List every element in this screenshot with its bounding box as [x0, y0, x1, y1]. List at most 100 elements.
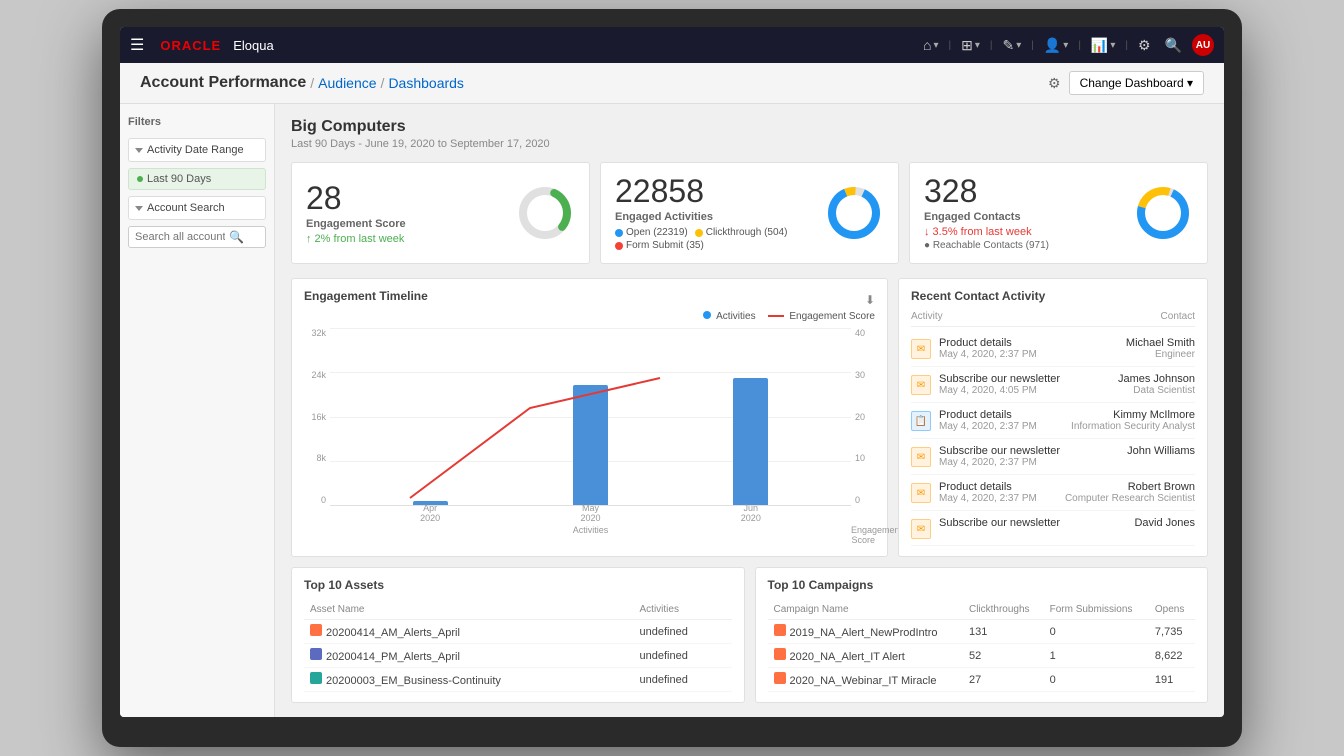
top10-assets-panel: Top 10 Assets Asset Name Activities 2 [291, 567, 745, 703]
subnav-actions: ⚙ Change Dashboard ▾ [1048, 71, 1204, 95]
filter-last-90-days[interactable]: Last 90 Days [128, 168, 266, 190]
edit-icon[interactable]: ✎▾ [998, 35, 1025, 56]
top10-campaigns-panel: Top 10 Campaigns Campaign Name Clickthro… [755, 567, 1209, 703]
campaigns-col-name: Campaign Name [768, 600, 963, 620]
screen: ☰ ORACLE Eloqua ⌂▾ | ⊞▾ | ✎▾ | 👤▾ | 📊▾ |… [120, 27, 1224, 717]
assets-col-activities: Activities [634, 600, 732, 620]
asset-icon-email [310, 624, 322, 636]
bottom-row: Engagement Timeline ⬇ Activities Engagem… [291, 278, 1208, 557]
avatar[interactable]: AU [1192, 34, 1214, 56]
brand-name: Eloqua [233, 38, 273, 53]
engaged-contacts-value: 328 [924, 175, 1049, 207]
assets-table: Asset Name Activities 20200414_AM_Alerts… [304, 600, 732, 692]
asset-icon-lp [310, 672, 322, 684]
engaged-contacts-label: Engaged Contacts [924, 211, 1049, 223]
campaigns-title: Top 10 Campaigns [768, 578, 1196, 592]
rca-activity-3: Product details May 4, 2020, 2:37 PM [939, 409, 1063, 432]
change-dashboard-button[interactable]: Change Dashboard ▾ [1069, 71, 1204, 95]
assets-col-name: Asset Name [304, 600, 634, 620]
topnav: ☰ ORACLE Eloqua ⌂▾ | ⊞▾ | ✎▾ | 👤▾ | 📊▾ |… [120, 27, 1224, 63]
axis-notes: Activities Engagement Score [304, 525, 875, 545]
table-row: 20200414_PM_Alerts_April undefined [304, 644, 732, 668]
table-row: 2019_NA_Alert_NewProdIntro 131 0 7,735 [768, 620, 1196, 644]
activities-legend-form: Form Submit (35) [626, 240, 704, 251]
account-search-box[interactable]: 🔍 [128, 226, 266, 248]
hamburger-icon[interactable]: ☰ [130, 35, 144, 55]
x-label-may: May 2020 [573, 503, 608, 523]
chart-legend: Activities Engagement Score [304, 311, 875, 322]
y-axis-left: 32k24k16k8k0 [304, 328, 330, 523]
download-icon[interactable]: ⬇ [865, 293, 875, 307]
dashboard-settings-icon[interactable]: ⚙ [1048, 75, 1061, 92]
legend-score: Engagement Score [768, 311, 875, 322]
main-layout: Filters Activity Date Range Last 90 Days… [120, 104, 1224, 717]
campaigns-col-clickthroughs: Clickthroughs [963, 600, 1044, 620]
rca-activity-2: Subscribe our newsletter May 4, 2020, 4:… [939, 373, 1110, 396]
rca-activity-6: Subscribe our newsletter [939, 517, 1126, 529]
tables-row: Top 10 Assets Asset Name Activities 2 [291, 567, 1208, 703]
activities-legend-click: Clickthrough (504) [706, 227, 788, 238]
oracle-logo: ORACLE [160, 38, 221, 53]
assets-title: Top 10 Assets [304, 578, 732, 592]
table-row: 20200003_EM_Business-Continuity undefine… [304, 668, 732, 692]
rca-item-3: 📋 Product details May 4, 2020, 2:37 PM K… [911, 403, 1195, 439]
rca-item-2: ✉ Subscribe our newsletter May 4, 2020, … [911, 367, 1195, 403]
subnav: Account Performance / Audience / Dashboa… [120, 63, 1224, 104]
rca-email-icon-5: ✉ [911, 483, 931, 503]
main-content: Big Computers Last 90 Days - June 19, 20… [275, 104, 1224, 717]
trend-line-svg [330, 328, 851, 505]
table-row: 2020_NA_Webinar_IT Miracle 27 0 191 [768, 668, 1196, 692]
engagement-score-value: 28 [306, 182, 406, 214]
reports-icon[interactable]: 📊▾ [1087, 35, 1119, 56]
rca-contact-4: John Williams [1127, 445, 1195, 457]
campaign-icon-3 [774, 672, 786, 684]
company-name: Big Computers [291, 118, 1208, 136]
chart-container: 32k24k16k8k0 [304, 328, 875, 523]
filter-activity-date-range[interactable]: Activity Date Range [128, 138, 266, 162]
x-label-apr: Apr 2020 [413, 503, 448, 523]
chevron-down-icon [135, 148, 143, 153]
filters-title: Filters [128, 116, 266, 128]
rca-form-icon-3: 📋 [911, 411, 931, 431]
asset-icon-form [310, 648, 322, 660]
campaign-icon-1 [774, 624, 786, 636]
active-dot [137, 176, 143, 182]
rca-contact-6: David Jones [1134, 517, 1195, 529]
search-input[interactable] [135, 231, 225, 243]
date-range: Last 90 Days - June 19, 2020 to Septembe… [291, 138, 1208, 150]
engaged-contacts-sub: ● Reachable Contacts (971) [924, 240, 1049, 251]
rca-item-5: ✉ Product details May 4, 2020, 2:37 PM R… [911, 475, 1195, 511]
campaigns-col-form-submissions: Form Submissions [1044, 600, 1149, 620]
engagement-timeline-panel: Engagement Timeline ⬇ Activities Engagem… [291, 278, 888, 557]
engagement-score-chart [515, 183, 575, 243]
rca-contact-1: Michael Smith Engineer [1126, 337, 1195, 360]
breadcrumb: Account Performance / Audience / Dashboa… [140, 74, 464, 92]
settings-icon[interactable]: ⚙ [1134, 35, 1155, 56]
rca-email-icon-6: ✉ [911, 519, 931, 539]
engagement-score-change: ↑ 2% from last week [306, 233, 406, 245]
rca-item-1: ✉ Product details May 4, 2020, 2:37 PM M… [911, 331, 1195, 367]
filter-account-search[interactable]: Account Search [128, 196, 266, 220]
rca-activity-4: Subscribe our newsletter May 4, 2020, 2:… [939, 445, 1119, 468]
rca-email-icon-4: ✉ [911, 447, 931, 467]
search-icon[interactable]: 🔍 [1161, 35, 1186, 56]
y-axis-right: 403020100 [851, 328, 875, 523]
home-icon[interactable]: ⌂▾ [919, 35, 943, 55]
kpi-row: 28 Engagement Score ↑ 2% from last week [291, 162, 1208, 264]
campaigns-col-opens: Opens [1149, 600, 1195, 620]
grid-icon[interactable]: ⊞▾ [957, 35, 984, 56]
kpi-engagement-score: 28 Engagement Score ↑ 2% from last week [291, 162, 590, 264]
legend-activities: Activities [703, 311, 756, 322]
rca-header: Activity Contact [911, 311, 1195, 327]
topnav-icons: ⌂▾ | ⊞▾ | ✎▾ | 👤▾ | 📊▾ | ⚙ 🔍 AU [919, 34, 1214, 56]
table-row: 20200414_AM_Alerts_April undefined [304, 620, 732, 644]
rca-item-6: ✉ Subscribe our newsletter David Jones [911, 511, 1195, 546]
rca-activity-5: Product details May 4, 2020, 2:37 PM [939, 481, 1057, 504]
contacts-icon[interactable]: 👤▾ [1040, 35, 1072, 56]
campaign-icon-2 [774, 648, 786, 660]
breadcrumb-audience[interactable]: Audience [318, 75, 376, 91]
engagement-score-label: Engagement Score [306, 218, 406, 230]
table-row: 2020_NA_Alert_IT Alert 52 1 8,622 [768, 644, 1196, 668]
x-labels: Apr 2020 May 2020 Jun 2020 [330, 503, 851, 523]
breadcrumb-dashboards[interactable]: Dashboards [388, 75, 464, 91]
